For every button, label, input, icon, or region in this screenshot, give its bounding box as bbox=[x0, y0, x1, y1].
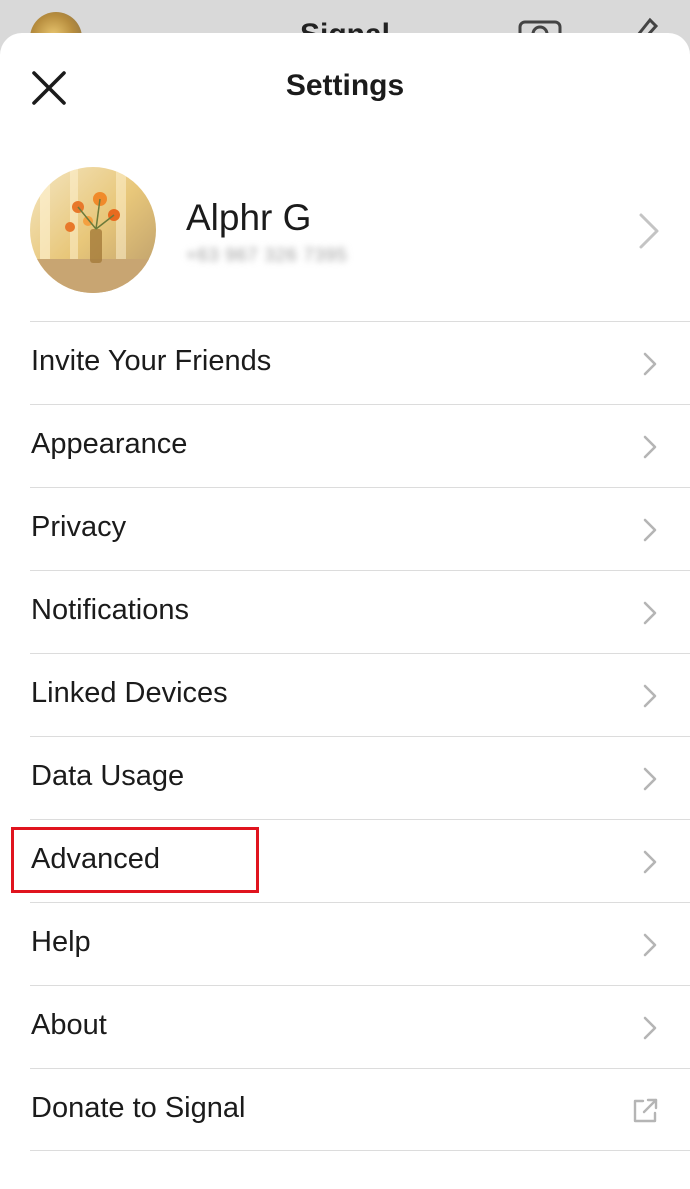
chevron-right-icon bbox=[643, 518, 657, 542]
menu-item-label: Appearance bbox=[31, 428, 188, 460]
chevron-right-icon bbox=[643, 767, 657, 791]
chevron-right-icon bbox=[643, 933, 657, 957]
menu-item-appearance[interactable]: Appearance bbox=[0, 404, 690, 487]
profile-phone: +63 967 326 7395 bbox=[186, 245, 348, 265]
chevron-right-icon bbox=[643, 601, 657, 625]
profile-name: Alphr G bbox=[186, 197, 312, 238]
avatar-image bbox=[30, 167, 156, 293]
menu-item-about[interactable]: About bbox=[0, 985, 690, 1068]
menu-item-label: About bbox=[31, 1009, 107, 1041]
menu-item-advanced[interactable]: Advanced bbox=[0, 819, 690, 902]
menu-item-linked-devices[interactable]: Linked Devices bbox=[0, 653, 690, 736]
menu-item-label: Advanced bbox=[31, 843, 160, 875]
chevron-right-icon bbox=[643, 435, 657, 459]
settings-menu: Invite Your Friends Appearance Privacy N… bbox=[0, 321, 690, 1151]
menu-item-notifications[interactable]: Notifications bbox=[0, 570, 690, 653]
menu-item-help[interactable]: Help bbox=[0, 902, 690, 985]
settings-sheet: Settings Alphr G +63 967 326 7395 Invite… bbox=[0, 33, 690, 1189]
menu-item-label: Donate to Signal bbox=[31, 1092, 246, 1124]
menu-item-label: Help bbox=[31, 926, 91, 958]
chevron-right-icon bbox=[643, 850, 657, 874]
page-title: Settings bbox=[285, 69, 405, 102]
chevron-right-icon bbox=[643, 1016, 657, 1040]
chevron-right-icon bbox=[643, 684, 657, 708]
menu-item-donate[interactable]: Donate to Signal bbox=[0, 1068, 690, 1151]
menu-item-label: Privacy bbox=[31, 511, 127, 543]
menu-item-label: Invite Your Friends bbox=[31, 345, 272, 377]
menu-item-label: Data Usage bbox=[31, 760, 185, 792]
profile-row[interactable]: Alphr G +63 967 326 7395 bbox=[0, 163, 690, 321]
menu-item-label: Linked Devices bbox=[31, 677, 228, 709]
external-link-icon bbox=[633, 1098, 658, 1123]
menu-item-privacy[interactable]: Privacy bbox=[0, 487, 690, 570]
menu-item-invite-friends[interactable]: Invite Your Friends bbox=[0, 321, 690, 404]
chevron-right-icon bbox=[643, 352, 657, 376]
menu-item-data-usage[interactable]: Data Usage bbox=[0, 736, 690, 819]
menu-item-label: Notifications bbox=[31, 594, 189, 626]
chevron-right-icon bbox=[639, 213, 659, 249]
avatar bbox=[30, 167, 156, 293]
settings-header: Settings bbox=[0, 33, 690, 137]
